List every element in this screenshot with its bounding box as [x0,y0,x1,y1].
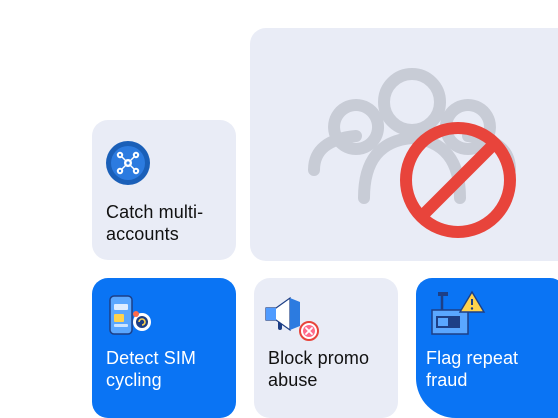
people-banned-icon [308,68,516,238]
card-label: Flag repeat fraud [426,348,519,390]
warning-device-icon [431,290,486,335]
flag-repeat-fraud-card[interactable]: Flag repeat fraud [416,278,558,418]
phone-sim-icon [109,295,151,335]
catch-multi-accounts-card[interactable]: Catch multi- accounts [92,120,236,260]
card-label: Catch multi- accounts [106,202,204,244]
network-nodes-icon [106,141,150,185]
megaphone-blocked-icon [265,296,319,341]
banned-users-illustration-card [250,28,558,261]
detect-sim-cycling-card[interactable]: Detect SIM cycling [92,278,236,418]
block-promo-abuse-card[interactable]: Block promo abuse [254,278,398,418]
card-label: Block promo abuse [268,348,370,390]
card-label: Detect SIM cycling [106,348,197,390]
